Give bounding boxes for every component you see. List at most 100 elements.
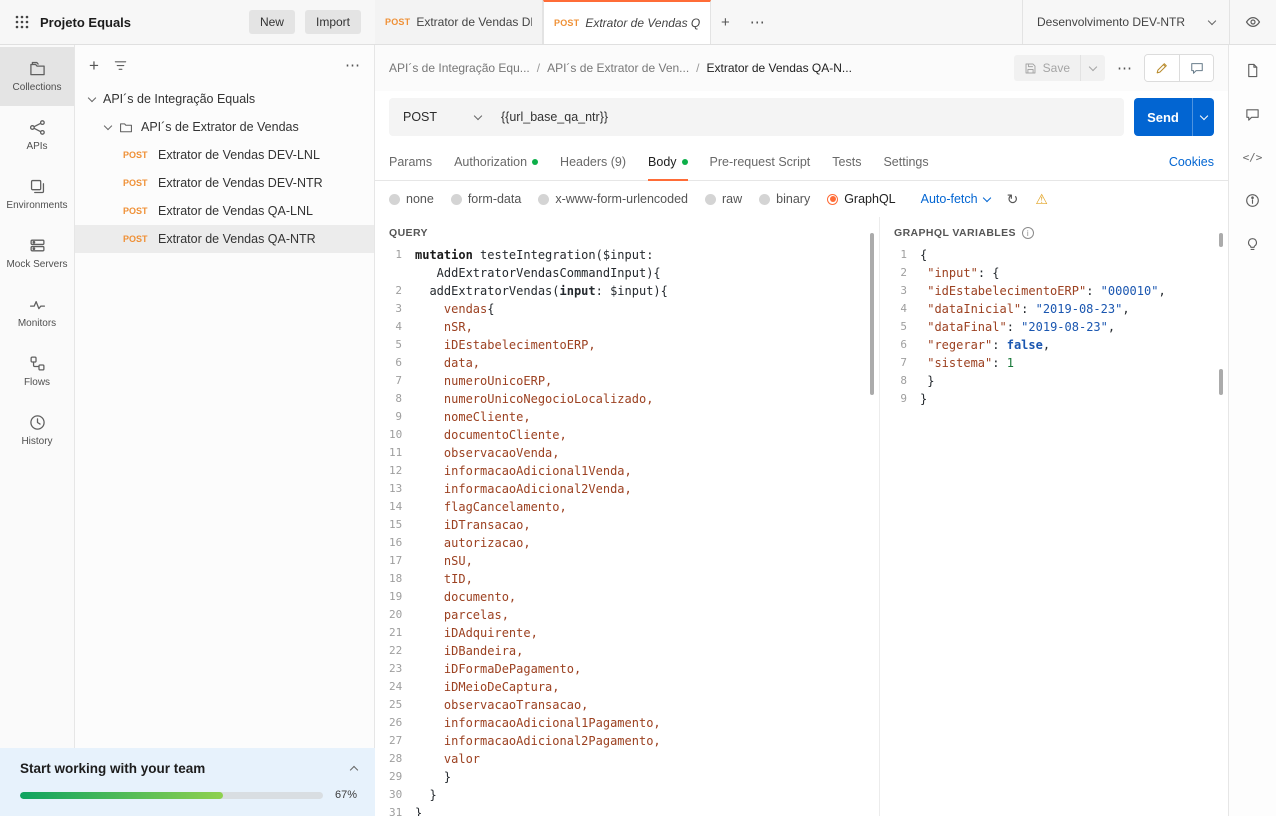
code-line[interactable]: 29 }	[389, 768, 879, 786]
code-line[interactable]: 11 observacaoVenda,	[389, 444, 879, 462]
comments-panel-button[interactable]	[1245, 107, 1260, 122]
code-line[interactable]: 8 numeroUnicoNegocioLocalizado,	[389, 390, 879, 408]
request-info-button[interactable]	[1245, 193, 1260, 208]
request-row-qa-ntr-selected[interactable]: POST Extrator de Vendas QA-NTR	[75, 225, 374, 253]
edit-request-button[interactable]	[1145, 55, 1179, 81]
sidebar-item-collections[interactable]: Collections	[0, 47, 74, 106]
code-line[interactable]: 17 nSU,	[389, 552, 879, 570]
new-tab-button[interactable]: +	[711, 0, 740, 44]
comments-button[interactable]	[1179, 55, 1213, 81]
code-line[interactable]: 5 iDEstabelecimentoERP,	[389, 336, 879, 354]
refresh-schema-icon[interactable]: ↻	[1007, 191, 1019, 208]
url-input[interactable]: {{url_base_qa_ntr}}	[495, 110, 1124, 124]
body-type-graphql-selected[interactable]: GraphQL	[827, 192, 895, 206]
code-line[interactable]: 1mutation testeIntegration($input:	[389, 246, 879, 264]
save-options-button[interactable]	[1080, 55, 1105, 81]
method-selector[interactable]: POST	[389, 110, 495, 124]
sidebar-more-options-icon[interactable]: ⋯	[345, 56, 360, 74]
code-line[interactable]: AddExtratorVendasCommandInput){	[389, 264, 879, 282]
send-button[interactable]: Send	[1134, 98, 1192, 136]
send-options-button[interactable]	[1192, 98, 1214, 136]
request-tab-dev[interactable]: POST Extrator de Vendas DEV	[375, 0, 543, 44]
code-line[interactable]: 26 informacaoAdicional1Pagamento,	[389, 714, 879, 732]
code-line[interactable]: 4 "dataInicial": "2019-08-23",	[894, 300, 1228, 318]
body-type-raw[interactable]: raw	[705, 192, 742, 206]
query-editor[interactable]: 1mutation testeIntegration($input: AddEx…	[389, 246, 879, 816]
tab-tests[interactable]: Tests	[832, 143, 861, 180]
auto-fetch-dropdown[interactable]: Auto-fetch	[921, 192, 990, 206]
code-line[interactable]: 14 flagCancelamento,	[389, 498, 879, 516]
save-button[interactable]: Save	[1014, 55, 1080, 81]
sidebar-item-monitors[interactable]: Monitors	[0, 283, 74, 342]
code-line[interactable]: 18 tID,	[389, 570, 879, 588]
sidebar-item-flows[interactable]: Flows	[0, 342, 74, 401]
tab-pre-request-script[interactable]: Pre-request Script	[710, 143, 811, 180]
cookies-link[interactable]: Cookies	[1169, 155, 1214, 169]
code-line[interactable]: 15 iDTransacao,	[389, 516, 879, 534]
tab-body-active[interactable]: Body	[648, 143, 688, 180]
code-snippet-button[interactable]: </>	[1243, 151, 1263, 164]
body-type-binary[interactable]: binary	[759, 192, 810, 206]
query-scrollbar-thumb[interactable]	[870, 233, 874, 395]
collapse-banner-icon[interactable]	[350, 766, 358, 774]
code-line[interactable]: 23 iDFormaDePagamento,	[389, 660, 879, 678]
body-type-none[interactable]: none	[389, 192, 434, 206]
code-line[interactable]: 21 iDAdquirente,	[389, 624, 879, 642]
request-row-qa-lnl[interactable]: POST Extrator de Vendas QA-LNL	[75, 197, 374, 225]
variables-scrollbar-thumb[interactable]	[1219, 369, 1223, 395]
new-button[interactable]: New	[249, 10, 295, 34]
code-line[interactable]: 30 }	[389, 786, 879, 804]
tab-settings[interactable]: Settings	[883, 143, 928, 180]
add-collection-button[interactable]: +	[89, 57, 99, 74]
code-line[interactable]: 7 "sistema": 1	[894, 354, 1228, 372]
folder-row[interactable]: API´s de Extrator de Vendas	[75, 113, 374, 141]
code-line[interactable]: 6 data,	[389, 354, 879, 372]
code-line[interactable]: 16 autorizacao,	[389, 534, 879, 552]
code-line[interactable]: 1{	[894, 246, 1228, 264]
pull-requests-button[interactable]	[1245, 237, 1260, 252]
body-type-x-www-form-urlencoded[interactable]: x-www-form-urlencoded	[538, 192, 688, 206]
filter-icon[interactable]	[113, 58, 128, 73]
app-menu-icon[interactable]	[14, 14, 30, 30]
code-line[interactable]: 10 documentoCliente,	[389, 426, 879, 444]
sidebar-item-apis[interactable]: APIs	[0, 106, 74, 165]
tab-more-options-icon[interactable]: ⋯	[740, 0, 775, 44]
body-type-form-data[interactable]: form-data	[451, 192, 522, 206]
code-line[interactable]: 20 parcelas,	[389, 606, 879, 624]
code-line[interactable]: 4 nSR,	[389, 318, 879, 336]
code-line[interactable]: 9 nomeCliente,	[389, 408, 879, 426]
sidebar-search-input[interactable]	[142, 58, 331, 72]
environment-selector[interactable]: Desenvolvimento DEV-NTR	[1023, 0, 1229, 44]
breadcrumb-item-current[interactable]: Extrator de Vendas QA-N...	[707, 61, 852, 75]
sidebar-item-history[interactable]: History	[0, 401, 74, 460]
tab-headers[interactable]: Headers (9)	[560, 143, 626, 180]
request-row-dev-lnl[interactable]: POST Extrator de Vendas DEV-LNL	[75, 141, 374, 169]
tab-params[interactable]: Params	[389, 143, 432, 180]
code-line[interactable]: 7 numeroUnicoERP,	[389, 372, 879, 390]
breadcrumb-item[interactable]: API´s de Integração Equ...	[389, 61, 530, 75]
code-line[interactable]: 2 addExtratorVendas(input: $input){	[389, 282, 879, 300]
code-line[interactable]: 25 observacaoTransacao,	[389, 696, 879, 714]
collection-row[interactable]: API´s de Integração Equals	[75, 85, 374, 113]
warning-icon[interactable]: ⚠	[1035, 191, 1048, 208]
request-row-dev-ntr[interactable]: POST Extrator de Vendas DEV-NTR	[75, 169, 374, 197]
sidebar-item-environments[interactable]: Environments	[0, 165, 74, 224]
tab-authorization[interactable]: Authorization	[454, 143, 538, 180]
code-line[interactable]: 22 iDBandeira,	[389, 642, 879, 660]
environment-quick-look-button[interactable]	[1229, 0, 1276, 44]
code-line[interactable]: 24 iDMeioDeCaptura,	[389, 678, 879, 696]
code-line[interactable]: 5 "dataFinal": "2019-08-23",	[894, 318, 1228, 336]
code-line[interactable]: 27 informacaoAdicional2Pagamento,	[389, 732, 879, 750]
info-icon[interactable]: i	[1022, 227, 1034, 239]
sidebar-item-mock-servers[interactable]: Mock Servers	[0, 224, 74, 283]
code-line[interactable]: 31}	[389, 804, 879, 816]
code-line[interactable]: 3 "idEstabelecimentoERP": "000010",	[894, 282, 1228, 300]
code-line[interactable]: 3 vendas{	[389, 300, 879, 318]
code-line[interactable]: 9}	[894, 390, 1228, 408]
breadcrumb-item[interactable]: API´s de Extrator de Ven...	[547, 61, 689, 75]
code-line[interactable]: 13 informacaoAdicional2Venda,	[389, 480, 879, 498]
request-tab-qa-active[interactable]: POST Extrator de Vendas QA-	[543, 0, 711, 44]
import-button[interactable]: Import	[305, 10, 361, 34]
workspace-title[interactable]: Projeto Equals	[40, 15, 131, 30]
code-line[interactable]: 2 "input": {	[894, 264, 1228, 282]
